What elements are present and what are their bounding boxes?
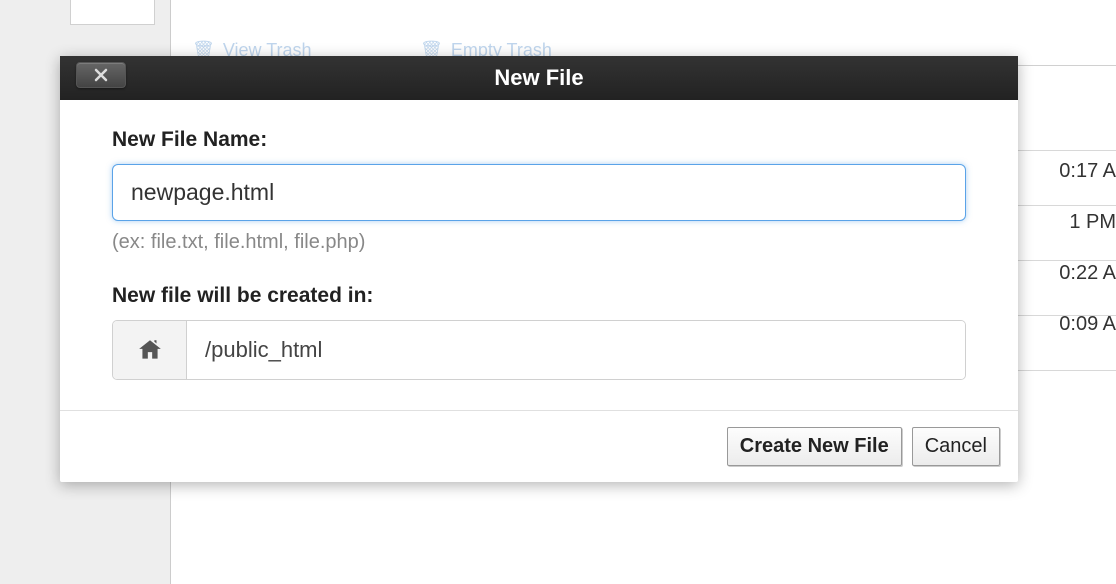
background-timestamps: 0:17 A 1 PM 0:22 A 0:09 A <box>1059 160 1116 364</box>
path-input[interactable] <box>187 321 965 379</box>
close-icon <box>94 68 108 82</box>
filename-label: New File Name: <box>112 128 966 152</box>
dialog-body: New File Name: (ex: file.txt, file.html,… <box>60 100 1018 410</box>
home-addon[interactable] <box>113 321 187 379</box>
create-new-file-button[interactable]: Create New File <box>727 427 902 466</box>
filename-hint: (ex: file.txt, file.html, file.php) <box>112 231 966 254</box>
path-label: New file will be created in: <box>112 284 966 308</box>
cancel-button[interactable]: Cancel <box>912 427 1000 466</box>
new-file-dialog: New File New File Name: (ex: file.txt, f… <box>60 56 1018 482</box>
dialog-title: New File <box>494 65 583 91</box>
filename-input[interactable] <box>112 164 966 221</box>
dialog-titlebar: New File <box>60 56 1018 100</box>
close-button[interactable] <box>76 62 126 88</box>
background-tab <box>70 0 155 25</box>
path-row <box>112 320 966 380</box>
home-icon <box>137 337 163 363</box>
dialog-footer: Create New File Cancel <box>60 410 1018 482</box>
